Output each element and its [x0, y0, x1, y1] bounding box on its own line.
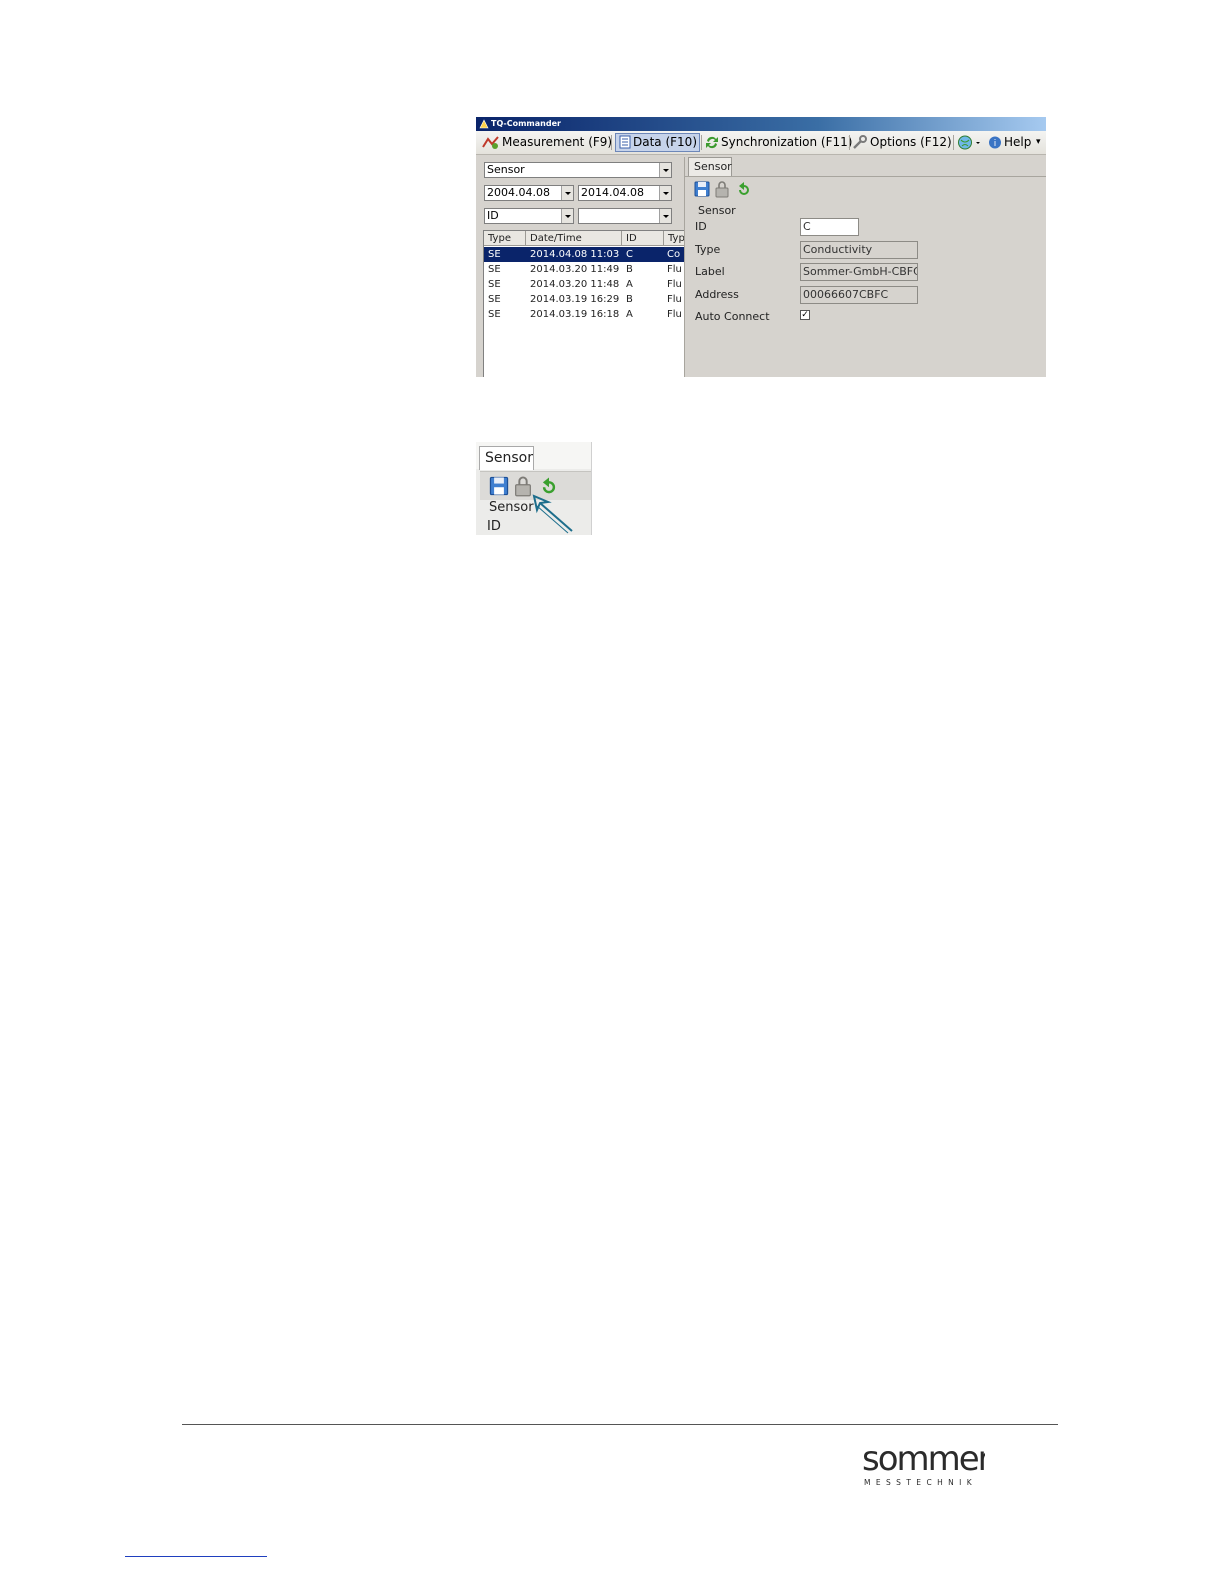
label-label: Label	[695, 265, 725, 278]
auto-connect-checkbox[interactable]: ✓	[800, 310, 810, 320]
lock-icon[interactable]	[713, 180, 731, 198]
help-icon: i	[989, 136, 1001, 149]
globe-icon	[958, 135, 980, 150]
column-header-datetime[interactable]: Date/Time	[526, 231, 622, 246]
chevron-down-icon[interactable]	[659, 209, 671, 223]
menu-data[interactable]: Data (F10)	[615, 133, 700, 152]
address-label: Address	[695, 288, 739, 301]
chevron-down-icon[interactable]	[561, 209, 573, 223]
help-dropdown-arrow: ▾	[1036, 137, 1041, 147]
undo-icon[interactable]	[735, 180, 753, 198]
zoomed-toolbar-screenshot: Sensor Sensor ID	[476, 442, 592, 535]
id-label: ID	[695, 220, 707, 233]
window-title: TQ-Commander	[491, 119, 561, 128]
field-value-select[interactable]	[578, 208, 672, 224]
table-row[interactable]: SE 2014.04.08 11:03 C Co	[484, 247, 684, 262]
svg-text:sommer: sommer	[862, 1439, 985, 1479]
title-bar: TQ-Commander	[476, 117, 1046, 131]
table-row[interactable]: SE 2014.03.20 11:49 B Flu	[484, 262, 684, 277]
address-field[interactable]: 00066607CBFC	[800, 286, 918, 304]
detail-toolbar	[689, 180, 769, 200]
footer-rule	[182, 1424, 1058, 1425]
tq-commander-screenshot: TQ-Commander Measurement (F9) Data (F10)…	[476, 117, 1046, 377]
type-field[interactable]: Conductivity	[800, 241, 918, 259]
records-table: Type Date/Time ID Typ SE 2014.04.08 11:0…	[483, 230, 685, 377]
date-to-picker[interactable]: 2014.04.08	[578, 185, 672, 201]
measurement-icon	[482, 136, 499, 149]
label-field[interactable]: Sommer-GmbH-CBFC	[800, 263, 918, 281]
chevron-down-icon[interactable]	[561, 186, 573, 200]
app-icon	[479, 119, 489, 129]
menu-synchronization[interactable]: Synchronization (F11)	[704, 134, 852, 151]
id-label: ID	[487, 519, 501, 534]
group-label-sensor: Sensor	[698, 204, 736, 217]
menu-help[interactable]: i Help ▾	[988, 134, 1044, 151]
detail-panel: Sensor Sensor ID C Type Conductivity Lab…	[684, 157, 1046, 377]
menu-globe[interactable]	[957, 134, 985, 151]
footer-link-underline[interactable]	[125, 1556, 267, 1557]
wrench-icon	[853, 135, 867, 149]
id-field[interactable]: C	[800, 218, 859, 236]
column-header-type[interactable]: Type	[484, 231, 526, 246]
svg-text:MESSTECHNIK: MESSTECHNIK	[864, 1478, 977, 1487]
column-header-id[interactable]: ID	[622, 231, 664, 246]
auto-connect-label: Auto Connect	[695, 310, 770, 323]
menu-bar: Measurement (F9) Data (F10) Synchronizat…	[476, 131, 1046, 155]
save-icon[interactable]	[693, 180, 711, 198]
date-from-picker[interactable]: 2004.04.08	[484, 185, 574, 201]
table-row[interactable]: SE 2014.03.19 16:18 A Flu	[484, 307, 684, 322]
type-label: Type	[695, 243, 721, 256]
sync-icon	[706, 136, 718, 149]
menu-measurement[interactable]: Measurement (F9)	[482, 134, 612, 151]
group-label-sensor: Sensor	[489, 500, 534, 515]
tab-sensor[interactable]: Sensor	[479, 446, 534, 470]
pointer-arrow-icon	[532, 494, 573, 534]
field-select[interactable]: ID	[484, 208, 574, 224]
category-select[interactable]: Sensor	[484, 162, 672, 178]
column-header-type2[interactable]: Typ	[664, 231, 684, 246]
filter-panel: Sensor 2004.04.08 2014.04.08 ID Type Dat…	[480, 157, 685, 377]
data-icon	[619, 135, 631, 149]
svg-text:i: i	[994, 139, 997, 149]
menu-options[interactable]: Options (F12)	[852, 134, 952, 151]
chevron-down-icon[interactable]	[659, 186, 671, 200]
chevron-down-icon[interactable]	[659, 163, 671, 177]
table-row[interactable]: SE 2014.03.20 11:48 A Flu	[484, 277, 684, 292]
save-icon[interactable]	[488, 475, 510, 497]
tab-sensor[interactable]: Sensor	[688, 157, 732, 176]
sommer-logo: sommer MESSTECHNIK	[862, 1439, 985, 1487]
table-row[interactable]: SE 2014.03.19 16:29 B Flu	[484, 292, 684, 307]
